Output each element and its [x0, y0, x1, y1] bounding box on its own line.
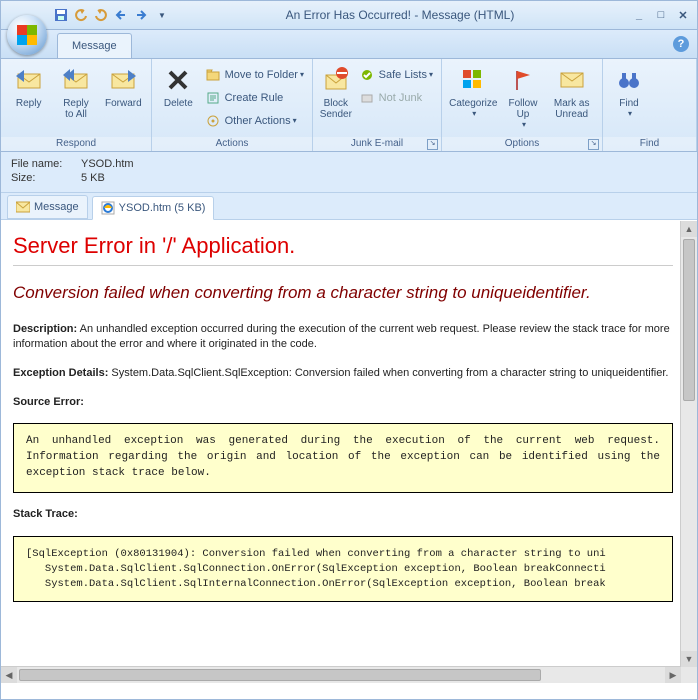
- ysod-description: Description: An unhandled exception occu…: [13, 322, 673, 352]
- attachment-tab-message[interactable]: Message: [7, 195, 88, 219]
- group-options: Categorize▾ Follow Up▾ Mark as Unread Op…: [442, 59, 603, 151]
- ie-file-icon: [101, 201, 115, 215]
- flag-icon: [512, 64, 534, 96]
- group-actions-title: Actions: [216, 138, 249, 149]
- ysod-stack-label: Stack Trace:: [13, 507, 673, 522]
- block-sender-icon: [322, 64, 350, 96]
- scroll-down-arrow[interactable]: ▼: [681, 651, 697, 667]
- safe-lists-icon: [359, 67, 375, 83]
- folder-move-icon: [205, 67, 221, 83]
- ysod-h1: Server Error in '/' Application.: [13, 233, 673, 259]
- qat-save[interactable]: [52, 6, 70, 24]
- mark-unread-icon: [559, 64, 585, 96]
- junk-launcher[interactable]: ↘: [427, 139, 438, 150]
- reply-icon: [14, 64, 44, 96]
- group-respond: Reply Reply to All Forward Respond: [1, 59, 152, 151]
- delete-button[interactable]: Delete: [156, 62, 201, 111]
- scroll-up-arrow[interactable]: ▲: [681, 221, 697, 237]
- group-junk-title: Junk E-mail: [351, 138, 403, 149]
- move-to-folder-button[interactable]: Move to Folder▾: [201, 64, 308, 85]
- options-launcher[interactable]: ↘: [588, 139, 599, 150]
- tab-message[interactable]: Message: [57, 33, 132, 58]
- ribbon: Reply Reply to All Forward Respond: [1, 59, 697, 152]
- qat-redo[interactable]: [92, 6, 110, 24]
- horizontal-scrollbar[interactable]: ◀ ▶: [1, 666, 681, 683]
- categorize-button[interactable]: Categorize▾: [446, 62, 501, 120]
- create-rule-button[interactable]: Create Rule: [201, 87, 308, 108]
- binoculars-icon: [617, 64, 641, 96]
- filename-value: YSOD.htm: [81, 158, 134, 170]
- other-actions-button[interactable]: Other Actions▾: [201, 110, 308, 131]
- group-find-title: Find: [640, 138, 659, 149]
- attachment-tab-file[interactable]: YSOD.htm (5 KB): [92, 196, 215, 220]
- attachment-tabs: Message YSOD.htm (5 KB): [1, 193, 697, 220]
- mark-unread-button[interactable]: Mark as Unread: [545, 62, 598, 122]
- message-body-wrap: Server Error in '/' Application. Convers…: [1, 220, 697, 683]
- group-options-title: Options: [505, 138, 539, 149]
- group-actions: Delete Move to Folder▾ Create Rule Other…: [152, 59, 313, 151]
- maximize-button[interactable]: □: [651, 8, 671, 22]
- ysod-stack-box: [SqlException (0x80131904): Conversion f…: [13, 536, 673, 602]
- group-respond-title: Respond: [56, 138, 96, 149]
- minimize-button[interactable]: _: [629, 8, 649, 22]
- message-body: Server Error in '/' Application. Convers…: [1, 221, 681, 667]
- find-button[interactable]: Find▾: [607, 62, 651, 120]
- reply-all-button[interactable]: Reply to All: [52, 62, 99, 122]
- forward-button[interactable]: Forward: [100, 62, 147, 111]
- qat-customize[interactable]: ▼: [152, 6, 170, 24]
- scroll-corner: [681, 667, 697, 683]
- reply-all-icon: [61, 64, 91, 96]
- qat-prev[interactable]: [112, 6, 130, 24]
- ysod-source-box: An unhandled exception was generated dur…: [13, 423, 673, 493]
- office-button[interactable]: [7, 15, 47, 55]
- reply-button[interactable]: Reply: [5, 62, 52, 111]
- categorize-icon: [461, 64, 485, 96]
- scroll-thumb-h[interactable]: [19, 669, 541, 681]
- envelope-icon: [16, 200, 30, 214]
- scroll-left-arrow[interactable]: ◀: [1, 667, 17, 683]
- scroll-thumb-v[interactable]: [683, 239, 695, 401]
- ysod-source-label: Source Error:: [13, 395, 673, 410]
- help-button[interactable]: ?: [673, 36, 689, 52]
- block-sender-button[interactable]: Block Sender: [317, 62, 355, 122]
- window-title: An Error Has Occurred! - Message (HTML): [171, 8, 629, 22]
- scroll-right-arrow[interactable]: ▶: [665, 667, 681, 683]
- group-junk: Block Sender Safe Lists▾ Not Junk Junk E…: [313, 59, 442, 151]
- size-value: 5 KB: [81, 172, 105, 184]
- ribbon-tabs: Message ?: [1, 30, 697, 59]
- follow-up-button[interactable]: Follow Up▾: [501, 62, 546, 131]
- qat-next[interactable]: [132, 6, 150, 24]
- ysod-exception: Exception Details: System.Data.SqlClient…: [13, 366, 673, 381]
- group-find: Find▾ Find: [603, 59, 697, 151]
- ysod-h2: Conversion failed when converting from a…: [13, 282, 673, 304]
- vertical-scrollbar[interactable]: ▲ ▼: [680, 221, 697, 667]
- titlebar: ▼ An Error Has Occurred! - Message (HTML…: [1, 1, 697, 30]
- delete-icon: [165, 64, 191, 96]
- qat-undo[interactable]: [72, 6, 90, 24]
- forward-icon: [108, 64, 138, 96]
- close-button[interactable]: ✕: [673, 8, 693, 22]
- rule-icon: [205, 90, 221, 106]
- rule: [13, 265, 673, 266]
- safe-lists-button[interactable]: Safe Lists▾: [355, 64, 437, 85]
- other-actions-icon: [205, 113, 221, 129]
- not-junk-button: Not Junk: [355, 87, 437, 108]
- filename-label: File name:: [11, 158, 71, 170]
- message-header: File name: YSOD.htm Size: 5 KB: [1, 152, 697, 193]
- size-label: Size:: [11, 172, 71, 184]
- not-junk-icon: [359, 90, 375, 106]
